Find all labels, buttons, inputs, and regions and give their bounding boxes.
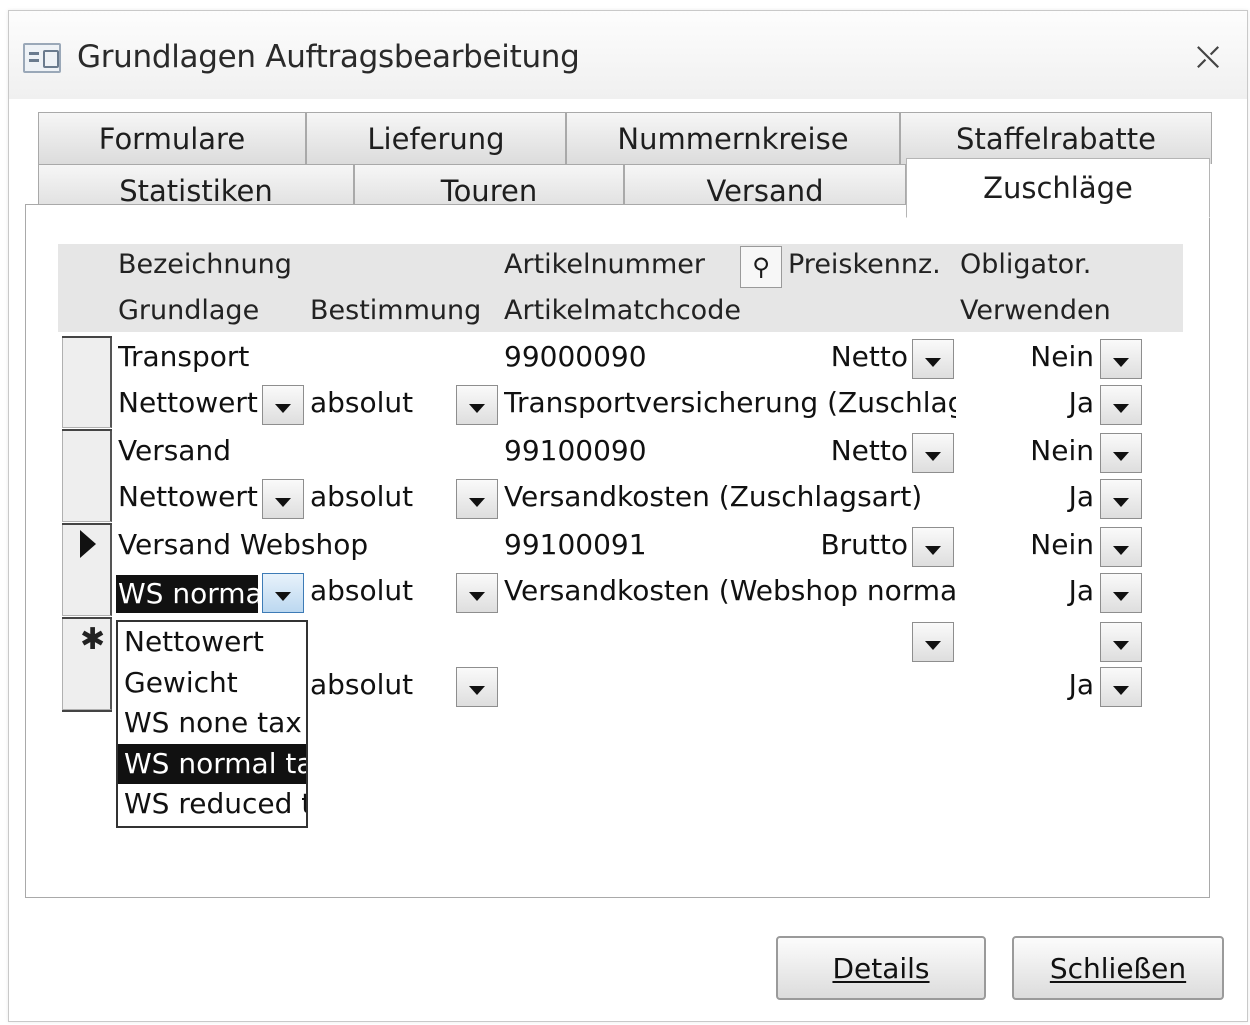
- field-artikelnummer[interactable]: 99000090: [504, 340, 647, 373]
- header-artikelmatchcode: Artikelmatchcode: [504, 295, 741, 326]
- field-preiskennz[interactable]: Netto: [790, 434, 908, 467]
- verwenden-dropdown-button[interactable]: [1100, 573, 1142, 613]
- close-button-label: Schließen: [1049, 951, 1187, 985]
- preiskennz-dropdown-button[interactable]: [912, 339, 954, 379]
- field-bestimmung[interactable]: absolut: [310, 480, 452, 513]
- header-bestimmung: Bestimmung: [310, 295, 482, 326]
- field-bezeichnung[interactable]: Versand: [118, 434, 231, 467]
- form-icon: [23, 43, 61, 73]
- close-button[interactable]: Schließen: [1012, 936, 1224, 1000]
- details-button[interactable]: Details: [776, 936, 986, 1000]
- field-preiskennz[interactable]: Netto: [790, 340, 908, 373]
- grundlage-dropdown-button[interactable]: [262, 479, 304, 519]
- details-button-label: Details: [832, 951, 930, 985]
- field-preiskennz[interactable]: Brutto: [790, 528, 908, 561]
- field-artikelmatchcode[interactable]: Versandkosten (Zuschlagsart): [504, 480, 956, 513]
- close-icon[interactable]: ⛌: [1191, 41, 1225, 75]
- obligator-dropdown-button[interactable]: [1100, 339, 1142, 379]
- header-bezeichnung: Bezeichnung: [118, 249, 292, 280]
- field-bezeichnung[interactable]: Transport: [118, 340, 249, 373]
- dropdown-option[interactable]: Gewicht: [118, 663, 306, 704]
- field-bestimmung[interactable]: absolut: [310, 386, 452, 419]
- obligator-dropdown-button[interactable]: [1100, 622, 1142, 662]
- field-artikelnummer[interactable]: 99100091: [504, 528, 647, 561]
- bestimmung-dropdown-button[interactable]: [456, 479, 498, 519]
- bestimmung-dropdown-button[interactable]: [456, 667, 498, 707]
- current-record-icon: [80, 530, 96, 558]
- record-selector[interactable]: [62, 430, 112, 522]
- tab-lieferung[interactable]: Lieferung: [306, 112, 566, 164]
- obligator-dropdown-button[interactable]: [1100, 527, 1142, 567]
- bestimmung-dropdown-button[interactable]: [456, 573, 498, 613]
- field-obligator[interactable]: Nein: [990, 340, 1094, 373]
- bestimmung-dropdown-button[interactable]: [456, 385, 498, 425]
- tab-staffelrabatte[interactable]: Staffelrabatte: [900, 112, 1212, 164]
- field-obligator[interactable]: Nein: [990, 528, 1094, 561]
- dropdown-option[interactable]: WS reduced ta: [118, 784, 306, 825]
- field-verwenden[interactable]: Ja: [990, 574, 1094, 607]
- preiskennz-dropdown-button[interactable]: [912, 527, 954, 567]
- header-artikelnummer: Artikelnummer: [504, 249, 705, 280]
- dropdown-option[interactable]: WS none tax: [118, 703, 306, 744]
- tab-zuschlaege[interactable]: Zuschläge: [906, 158, 1210, 218]
- dropdown-option[interactable]: Nettowert: [118, 622, 306, 663]
- preiskennz-dropdown-button[interactable]: [912, 433, 954, 473]
- header-obligator: Obligator.: [960, 249, 1092, 280]
- verwenden-dropdown-button[interactable]: [1100, 667, 1142, 707]
- field-grundlage[interactable]: Nettowert: [118, 386, 260, 419]
- field-artikelmatchcode[interactable]: Versandkosten (Webshop normaler: [504, 574, 956, 607]
- field-bezeichnung[interactable]: Versand Webshop: [118, 528, 368, 561]
- field-obligator[interactable]: Nein: [990, 434, 1094, 467]
- header-preiskennz: Preiskennz.: [788, 249, 941, 280]
- new-record-icon: ✱: [80, 622, 106, 657]
- field-grundlage[interactable]: Nettowert: [118, 480, 260, 513]
- title-bar: Grundlagen Auftragsbearbeitung ⛌: [9, 11, 1247, 99]
- field-bestimmung[interactable]: absolut: [310, 668, 452, 701]
- field-artikelmatchcode[interactable]: Transportversicherung (Zuschlagsa: [504, 386, 956, 419]
- header-verwenden: Verwenden: [960, 295, 1111, 326]
- field-grundlage-selected[interactable]: WS normal: [116, 575, 258, 613]
- preiskennz-dropdown-button[interactable]: [912, 622, 954, 662]
- row-divider: [62, 429, 112, 431]
- grundlage-dropdown-button[interactable]: [262, 385, 304, 425]
- search-icon[interactable]: ⚲: [740, 246, 782, 288]
- field-verwenden[interactable]: Ja: [990, 668, 1094, 701]
- field-artikelnummer[interactable]: 99100090: [504, 434, 647, 467]
- grundlage-dropdown-button-open[interactable]: [262, 573, 304, 613]
- grundlage-dropdown-list: Nettowert Gewicht WS none tax WS normal …: [116, 620, 308, 828]
- field-verwenden[interactable]: Ja: [990, 386, 1094, 419]
- header-grundlage: Grundlage: [118, 295, 260, 326]
- obligator-dropdown-button[interactable]: [1100, 433, 1142, 473]
- row-divider: [62, 523, 112, 525]
- verwenden-dropdown-button[interactable]: [1100, 479, 1142, 519]
- row-divider: [62, 710, 112, 712]
- tab-nummernkreise[interactable]: Nummernkreise: [566, 112, 900, 164]
- row-divider: [62, 336, 112, 338]
- record-selector[interactable]: [62, 336, 112, 428]
- tab-formulare[interactable]: Formulare: [38, 112, 306, 164]
- dropdown-option-highlighted[interactable]: WS normal tax: [118, 743, 306, 785]
- field-bestimmung[interactable]: absolut: [310, 574, 452, 607]
- verwenden-dropdown-button[interactable]: [1100, 385, 1142, 425]
- field-verwenden[interactable]: Ja: [990, 480, 1094, 513]
- window-title: Grundlagen Auftragsbearbeitung: [77, 39, 580, 75]
- row-divider: [62, 617, 112, 619]
